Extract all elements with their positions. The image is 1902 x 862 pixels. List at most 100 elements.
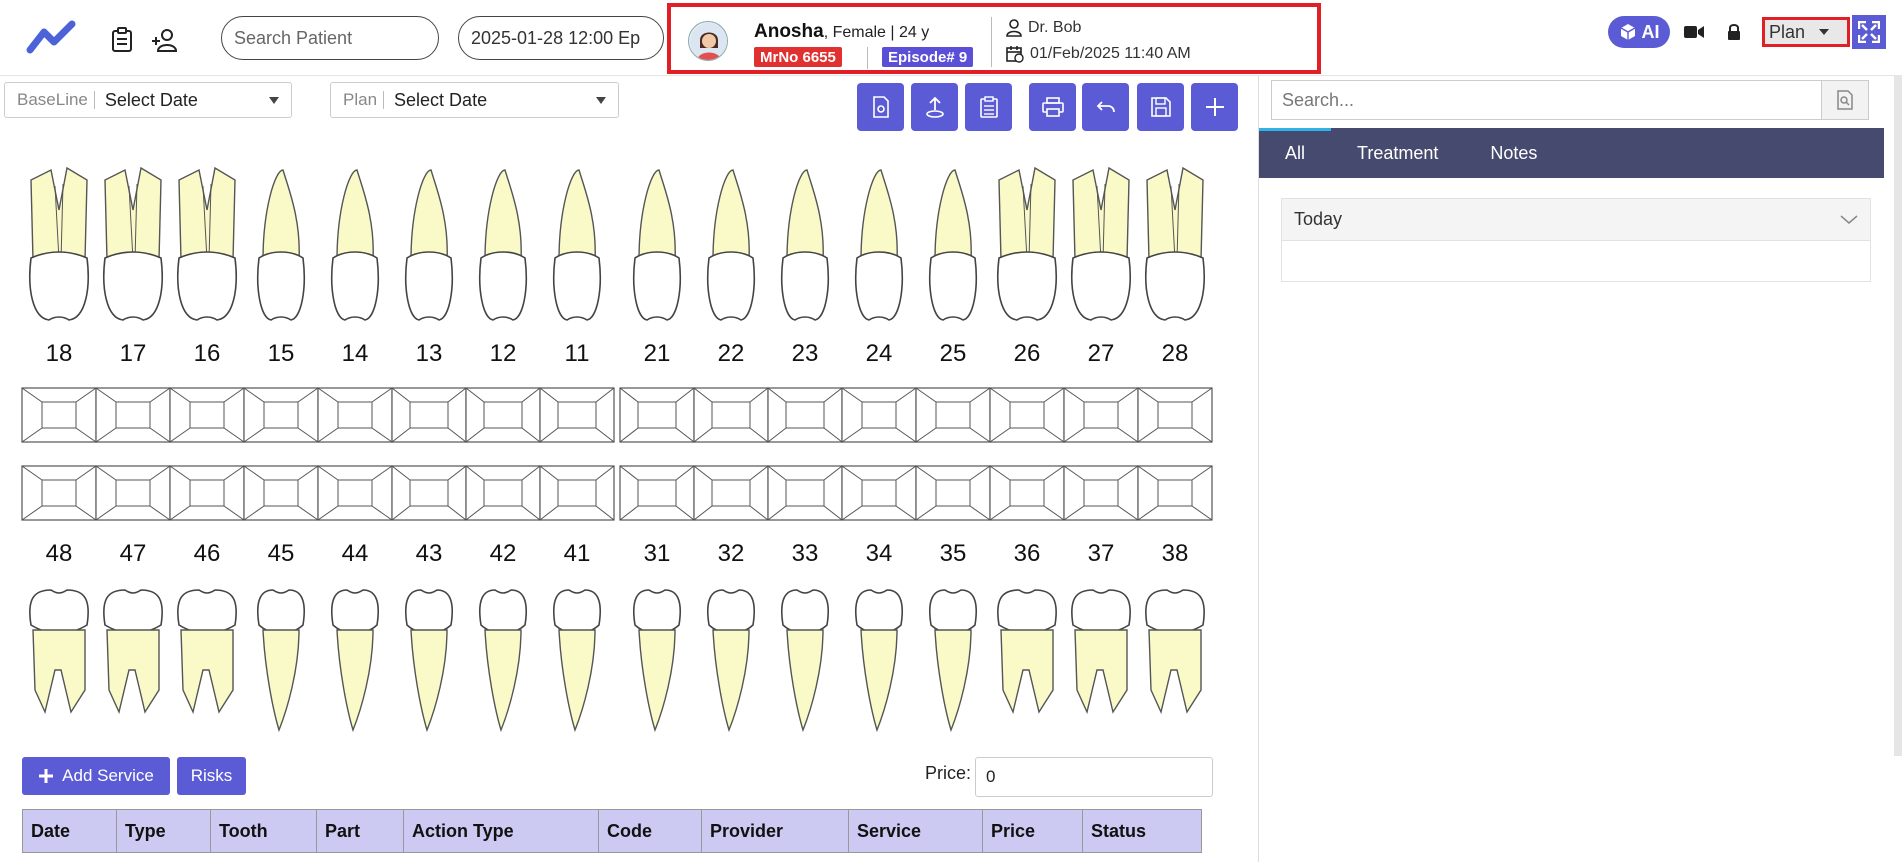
upper-tooth[interactable] xyxy=(706,169,756,321)
undo-button[interactable] xyxy=(1082,83,1129,131)
tooth-surface-grid[interactable] xyxy=(841,465,917,521)
tooth-surface-grid[interactable] xyxy=(841,387,917,443)
tooth-surface-grid[interactable] xyxy=(1137,465,1213,521)
upper-tooth[interactable] xyxy=(632,169,682,321)
tooth-number[interactable]: 21 xyxy=(620,340,694,368)
lower-tooth[interactable] xyxy=(855,589,903,733)
lower-tooth[interactable] xyxy=(997,589,1057,715)
column-header[interactable]: Date xyxy=(23,810,117,852)
tooth-number[interactable]: 46 xyxy=(170,540,244,568)
lower-tooth[interactable] xyxy=(929,589,977,733)
tooth-surface-grid[interactable] xyxy=(693,387,769,443)
today-section-header[interactable]: Today xyxy=(1282,199,1870,241)
search-patient-input[interactable]: Search Patient xyxy=(221,16,439,60)
column-header[interactable]: Tooth xyxy=(211,810,317,852)
add-patient-icon[interactable] xyxy=(150,26,178,54)
add-service-button[interactable]: Add Service xyxy=(22,757,170,795)
tooth-number[interactable]: 48 xyxy=(22,540,96,568)
tooth-surface-grid[interactable] xyxy=(1063,387,1139,443)
tooth-surface-grid[interactable] xyxy=(915,387,991,443)
tooth-number[interactable]: 12 xyxy=(466,340,540,368)
tooth-number[interactable]: 25 xyxy=(916,340,990,368)
tooth-surface-grid[interactable] xyxy=(391,387,467,443)
tooth-number[interactable]: 11 xyxy=(540,340,614,368)
tooth-number[interactable]: 16 xyxy=(170,340,244,368)
tooth-number[interactable]: 15 xyxy=(244,340,318,368)
column-header[interactable]: Part xyxy=(317,810,404,852)
tooth-number[interactable]: 27 xyxy=(1064,340,1138,368)
tooth-surface-grid[interactable] xyxy=(539,465,615,521)
tooth-number[interactable]: 41 xyxy=(540,540,614,568)
lower-tooth[interactable] xyxy=(29,589,89,715)
column-header[interactable]: Price xyxy=(983,810,1083,852)
tooth-number[interactable]: 26 xyxy=(990,340,1064,368)
print-button[interactable] xyxy=(1029,83,1076,131)
tooth-surface-grid[interactable] xyxy=(169,387,245,443)
lower-tooth[interactable] xyxy=(103,589,163,715)
tooth-surface-grid[interactable] xyxy=(989,465,1065,521)
baseline-date-select[interactable]: BaseLine Select Date xyxy=(4,82,292,118)
upper-tooth[interactable] xyxy=(1071,166,1131,321)
tooth-surface-grid[interactable] xyxy=(465,387,541,443)
upper-tooth[interactable] xyxy=(177,166,237,321)
upper-tooth[interactable] xyxy=(928,169,978,321)
tooth-number[interactable]: 47 xyxy=(96,540,170,568)
tab-all[interactable]: All xyxy=(1259,128,1332,178)
tooth-surface-grid[interactable] xyxy=(539,387,615,443)
upper-tooth[interactable] xyxy=(997,166,1057,321)
mode-select[interactable]: Plan xyxy=(1762,17,1850,47)
tooth-number[interactable]: 31 xyxy=(620,540,694,568)
app-logo-icon[interactable] xyxy=(26,18,78,58)
view-button[interactable] xyxy=(857,83,904,131)
tooth-surface-grid[interactable] xyxy=(465,465,541,521)
column-header[interactable]: Action Type xyxy=(404,810,599,852)
risks-button[interactable]: Risks xyxy=(177,757,246,795)
upper-tooth[interactable] xyxy=(1145,166,1205,321)
video-camera-icon[interactable] xyxy=(1680,18,1708,46)
tooth-number[interactable]: 23 xyxy=(768,340,842,368)
upper-tooth[interactable] xyxy=(780,169,830,321)
tooth-surface-grid[interactable] xyxy=(95,465,171,521)
tooth-surface-grid[interactable] xyxy=(619,465,695,521)
tooth-surface-grid[interactable] xyxy=(243,465,319,521)
column-header[interactable]: Type xyxy=(117,810,211,852)
tooth-number[interactable]: 45 xyxy=(244,540,318,568)
tooth-surface-grid[interactable] xyxy=(989,387,1065,443)
price-input[interactable]: 0 xyxy=(975,757,1213,797)
upper-tooth[interactable] xyxy=(854,169,904,321)
clipboard-icon[interactable] xyxy=(108,26,136,54)
lock-icon[interactable] xyxy=(1720,18,1748,46)
tooth-surface-grid[interactable] xyxy=(915,465,991,521)
lower-tooth[interactable] xyxy=(707,589,755,733)
tooth-surface-grid[interactable] xyxy=(21,465,97,521)
tooth-number[interactable]: 17 xyxy=(96,340,170,368)
tooth-number[interactable]: 42 xyxy=(466,540,540,568)
tooth-surface-grid[interactable] xyxy=(693,465,769,521)
upper-tooth[interactable] xyxy=(256,169,306,321)
plan-date-select[interactable]: Plan Select Date xyxy=(330,82,619,118)
ai-button[interactable]: AI xyxy=(1608,16,1670,48)
tooth-number[interactable]: 22 xyxy=(694,340,768,368)
tooth-number[interactable]: 24 xyxy=(842,340,916,368)
tooth-number[interactable]: 34 xyxy=(842,540,916,568)
tooth-surface-grid[interactable] xyxy=(1137,387,1213,443)
episode-date-field[interactable]: 2025-01-28 12:00 Ep xyxy=(458,16,664,60)
upper-tooth[interactable] xyxy=(478,169,528,321)
tooth-number[interactable]: 38 xyxy=(1138,540,1212,568)
lower-tooth[interactable] xyxy=(633,589,681,733)
right-search-input[interactable]: Search... xyxy=(1271,80,1845,120)
tab-treatment[interactable]: Treatment xyxy=(1331,128,1464,178)
tab-notes[interactable]: Notes xyxy=(1464,128,1563,178)
tooth-number[interactable]: 14 xyxy=(318,340,392,368)
lower-tooth[interactable] xyxy=(177,589,237,715)
lower-tooth[interactable] xyxy=(1145,589,1205,715)
upload-button[interactable] xyxy=(911,83,958,131)
upper-tooth[interactable] xyxy=(404,169,454,321)
column-header[interactable]: Service xyxy=(849,810,983,852)
lower-tooth[interactable] xyxy=(479,589,527,733)
tooth-surface-grid[interactable] xyxy=(243,387,319,443)
column-header[interactable]: Provider xyxy=(702,810,849,852)
tooth-surface-grid[interactable] xyxy=(1063,465,1139,521)
lower-tooth[interactable] xyxy=(781,589,829,733)
lower-tooth[interactable] xyxy=(331,589,379,733)
